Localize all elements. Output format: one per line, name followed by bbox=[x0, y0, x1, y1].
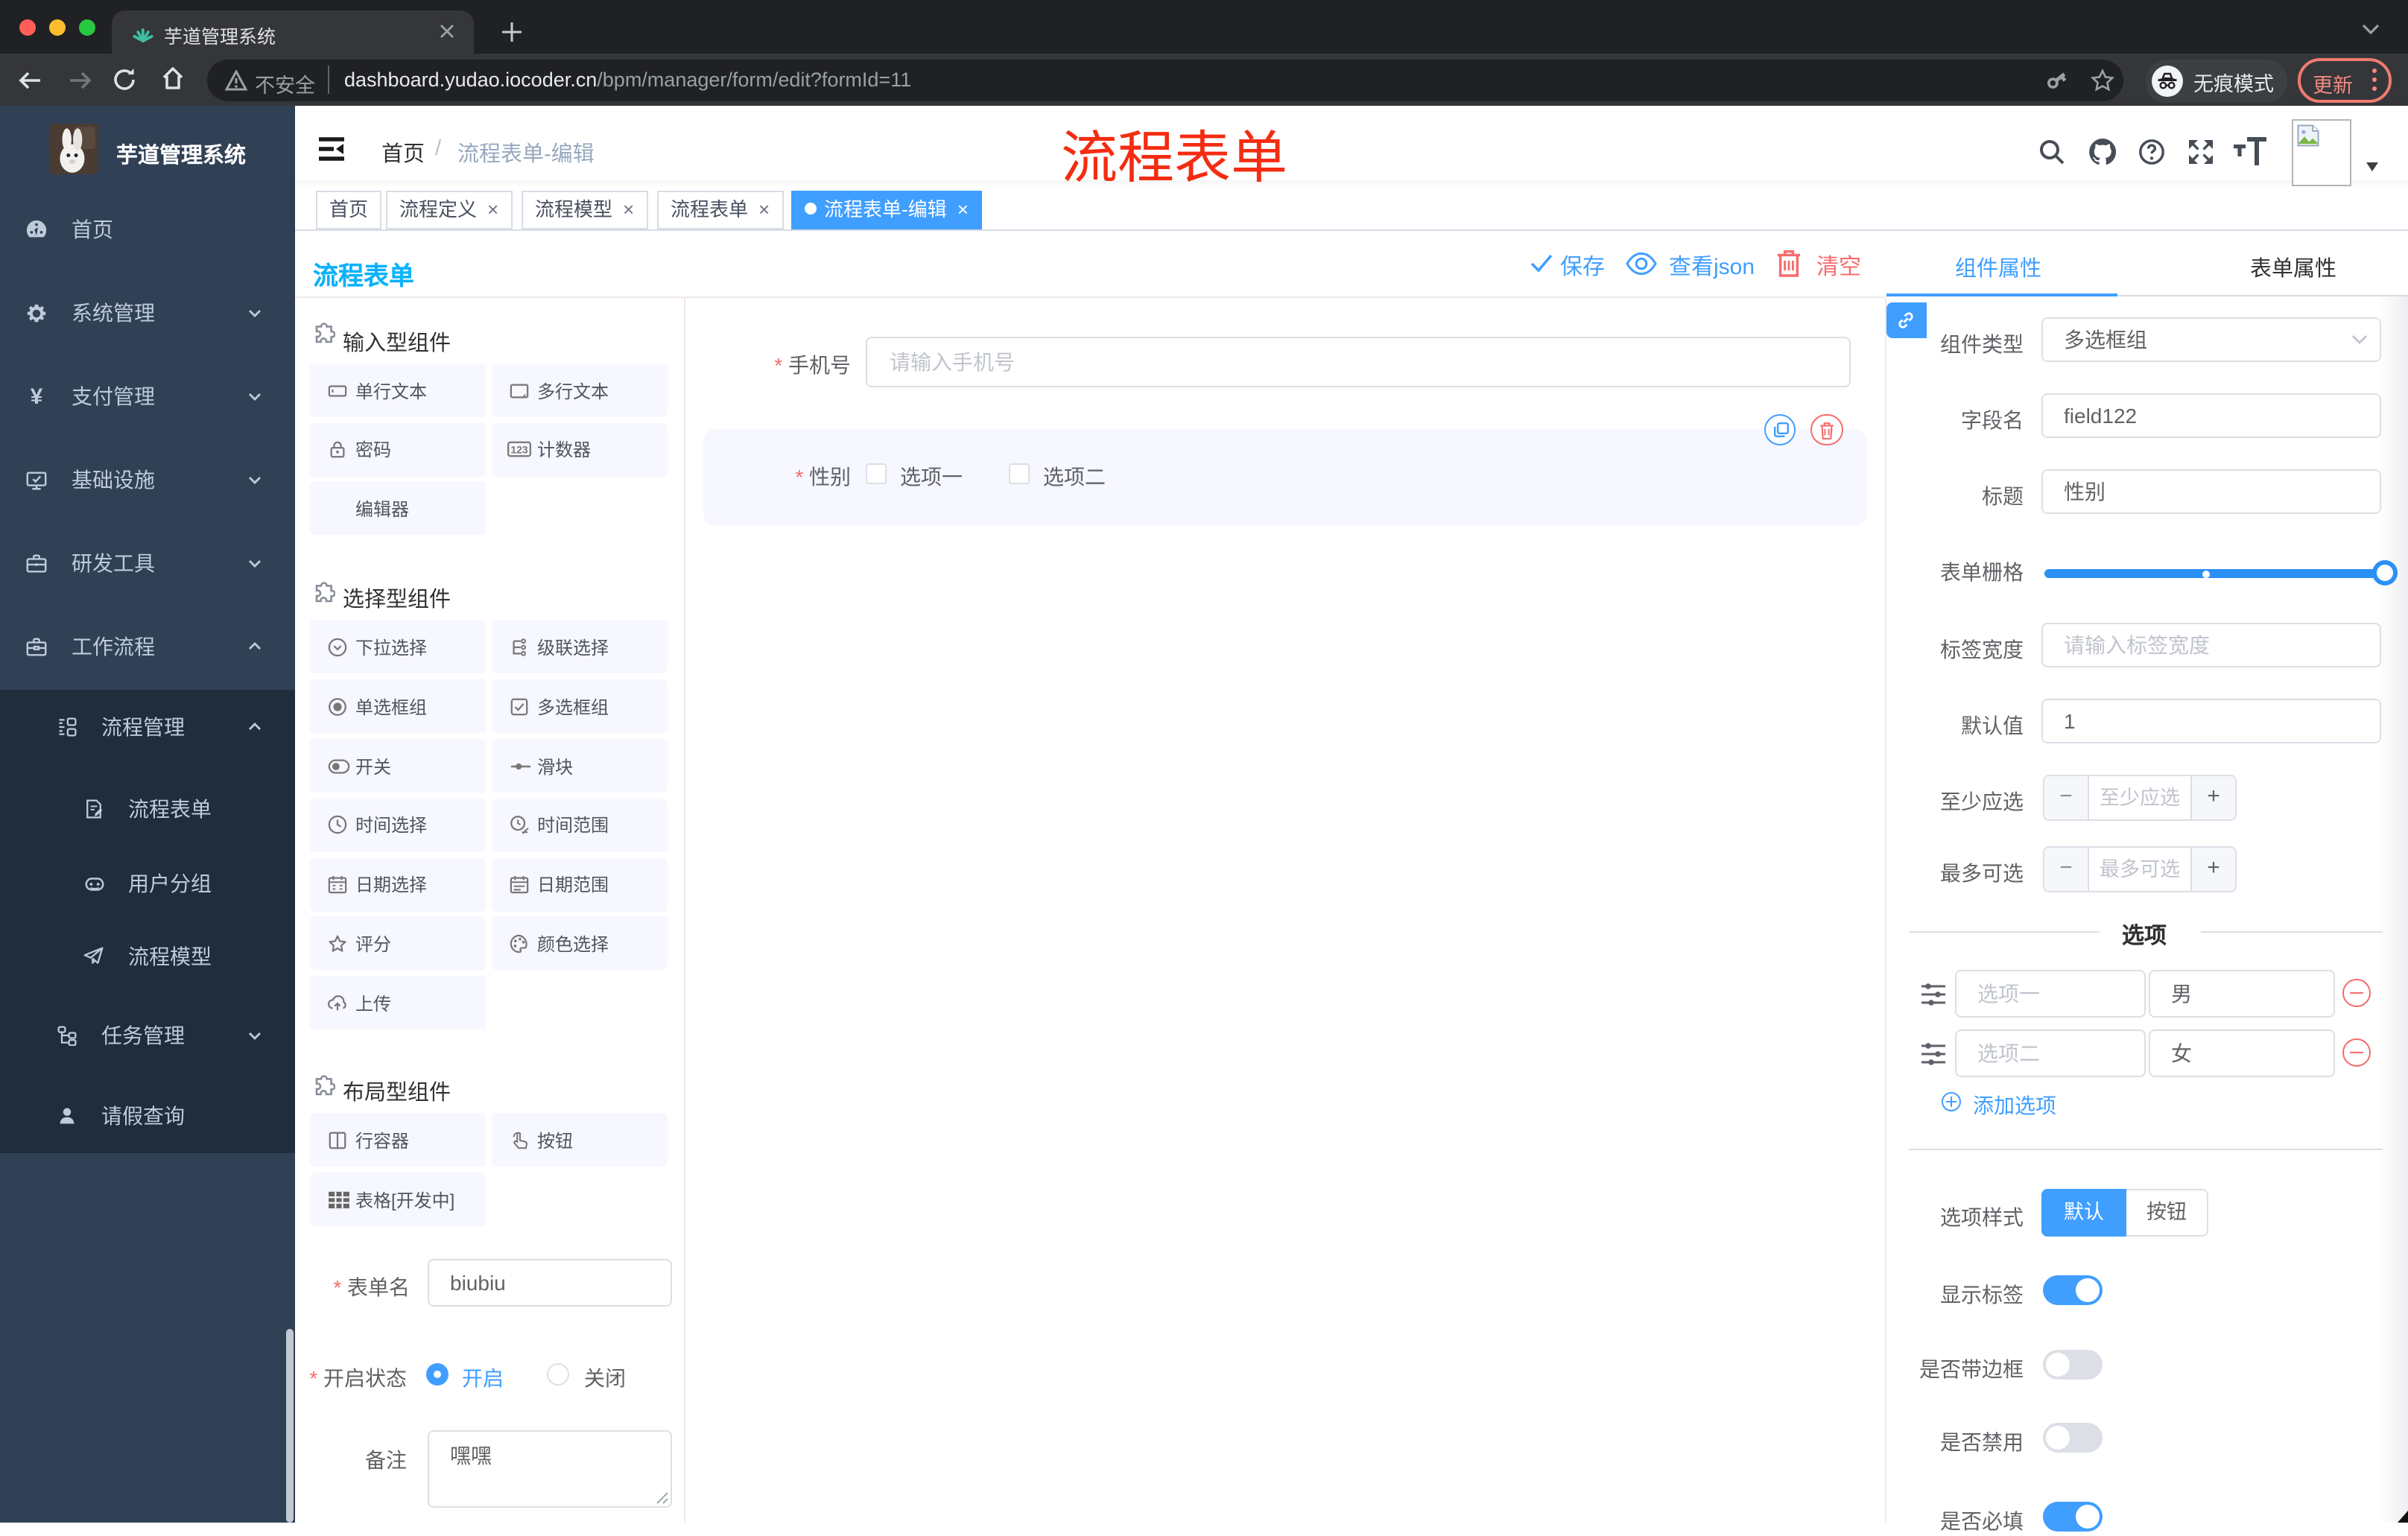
svg-text:123: 123 bbox=[510, 444, 527, 456]
